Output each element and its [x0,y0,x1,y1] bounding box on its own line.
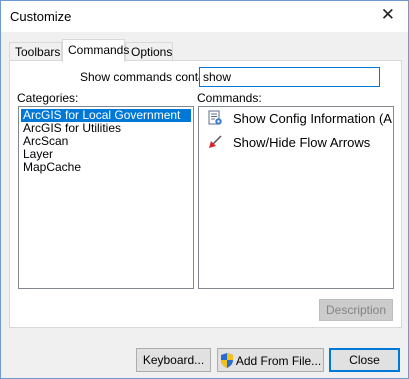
add-from-file-button-label: Add From File... [235,353,322,368]
tab-commands-label: Commands [68,43,130,57]
tab-options-label: Options [131,45,173,59]
commands-panel: Show commands containing: Categories: Co… [9,60,402,328]
uac-shield-icon [220,352,233,368]
add-from-file-button[interactable]: Add From File... [217,348,324,372]
close-icon[interactable]: ✕ [381,6,395,23]
tab-toolbars-label: Toolbars [15,45,61,59]
customize-dialog: Customize ✕ Toolbars Commands Options Sh… [0,0,409,379]
commands-label: Commands: [197,91,262,105]
command-item[interactable]: Show/Hide Flow Arrows [199,131,393,155]
close-button[interactable]: Close [329,348,400,372]
command-label: Show/Hide Flow Arrows [233,135,371,150]
tab-commands[interactable]: Commands [62,39,129,62]
categories-label: Categories: [17,91,79,105]
flow-arrows-icon [209,135,222,148]
close-button-label: Close [349,353,380,367]
tab-toolbars[interactable]: Toolbars [9,42,62,61]
categories-list[interactable]: ArcGIS for Local Government ArcGIS for U… [18,106,194,289]
config-info-icon [208,110,222,125]
command-item[interactable]: Show Config Information (A... [199,107,393,131]
category-item[interactable]: MapCache [21,161,191,174]
command-label: Show Config Information (A... [233,111,394,126]
window-title: Customize [10,9,72,24]
search-input[interactable] [199,67,380,87]
keyboard-button[interactable]: Keyboard... [136,348,211,372]
keyboard-button-label: Keyboard... [142,353,205,367]
title-bar: Customize ✕ [1,1,408,32]
commands-list[interactable]: Show Config Information (A... Show/Hide … [198,106,394,289]
tab-options[interactable]: Options [125,42,173,61]
description-button[interactable]: Description [319,299,393,321]
